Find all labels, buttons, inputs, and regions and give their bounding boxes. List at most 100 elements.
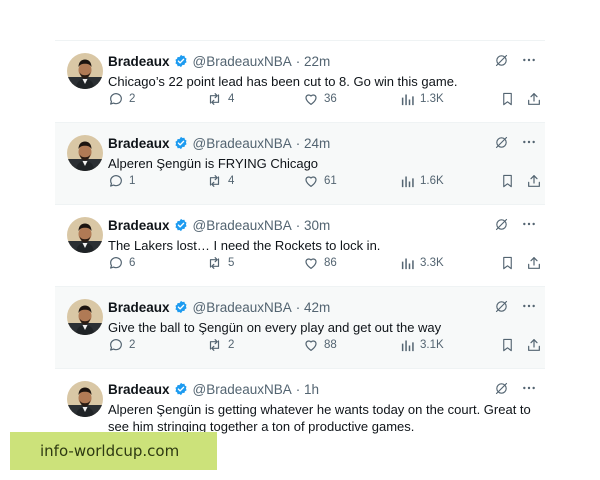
author-name[interactable]: Bradeaux bbox=[108, 54, 170, 69]
tweet[interactable]: Bradeaux @BradeauxNBA · 22m Chicago’s 22 po… bbox=[55, 40, 545, 122]
like-icon bbox=[303, 337, 319, 353]
timestamp[interactable]: · 30m bbox=[296, 218, 331, 233]
like-icon bbox=[303, 173, 319, 189]
author-handle[interactable]: @BradeauxNBA bbox=[193, 382, 292, 397]
bookmark-button[interactable] bbox=[500, 91, 515, 107]
watermark-text: info-worldcup.com bbox=[40, 442, 180, 460]
views-button[interactable]: 1.6K bbox=[400, 174, 444, 189]
retweet-icon bbox=[206, 255, 223, 271]
header-icons bbox=[494, 380, 537, 401]
bookmark-button[interactable] bbox=[500, 173, 515, 189]
tweet-text: Alperen Şengün is FRYING Chicago bbox=[108, 156, 319, 171]
share-button[interactable] bbox=[526, 337, 542, 353]
reply-count: 6 bbox=[129, 257, 136, 269]
bookmark-button[interactable] bbox=[500, 255, 515, 271]
like-icon bbox=[303, 91, 319, 107]
reply-icon bbox=[108, 91, 124, 107]
more-icon[interactable] bbox=[521, 52, 537, 73]
retweet-button[interactable]: 5 bbox=[206, 255, 234, 271]
tweet-text: Give the ball to Şengün on every play an… bbox=[108, 320, 442, 335]
retweet-icon bbox=[206, 337, 223, 353]
timestamp[interactable]: · 22m bbox=[296, 54, 331, 69]
like-count: 86 bbox=[324, 257, 337, 269]
author-name[interactable]: Bradeaux bbox=[108, 382, 170, 397]
tweet[interactable]: Bradeaux @BradeauxNBA · 30m The Lakers lost… bbox=[55, 204, 545, 286]
tweet-header: Bradeaux @BradeauxNBA · 42m bbox=[108, 298, 537, 316]
like-button[interactable]: 88 bbox=[303, 337, 337, 353]
grok-icon[interactable] bbox=[494, 53, 509, 73]
avatar[interactable] bbox=[67, 53, 103, 89]
author-name[interactable]: Bradeaux bbox=[108, 218, 170, 233]
like-button[interactable]: 36 bbox=[303, 91, 337, 107]
author-handle[interactable]: @BradeauxNBA bbox=[193, 218, 292, 233]
author-name[interactable]: Bradeaux bbox=[108, 136, 170, 151]
share-button[interactable] bbox=[526, 173, 542, 189]
bookmark-icon bbox=[500, 91, 515, 107]
author-name[interactable]: Bradeaux bbox=[108, 300, 170, 315]
views-icon bbox=[400, 338, 415, 353]
reply-button[interactable]: 2 bbox=[108, 91, 135, 107]
retweet-icon bbox=[206, 173, 223, 189]
reply-icon bbox=[108, 255, 124, 271]
reply-button[interactable]: 1 bbox=[108, 173, 135, 189]
retweet-count: 2 bbox=[228, 339, 235, 351]
reply-icon bbox=[108, 337, 124, 353]
tweet-header: Bradeaux @BradeauxNBA · 24m bbox=[108, 134, 537, 152]
views-icon bbox=[400, 256, 415, 271]
verified-icon bbox=[174, 136, 188, 150]
tweet-header: Bradeaux @BradeauxNBA · 22m bbox=[108, 52, 537, 70]
more-icon[interactable] bbox=[521, 134, 537, 155]
tweet-text: Chicago’s 22 point lead has been cut to … bbox=[108, 74, 458, 89]
retweet-button[interactable]: 4 bbox=[206, 173, 234, 189]
more-icon[interactable] bbox=[521, 216, 537, 237]
tweet-header: Bradeaux @BradeauxNBA · 30m bbox=[108, 216, 537, 234]
tweet[interactable]: Bradeaux @BradeauxNBA · 24m Alperen Şengün … bbox=[55, 122, 545, 204]
retweet-count: 4 bbox=[228, 93, 235, 105]
watermark-banner: info-worldcup.com bbox=[10, 432, 217, 470]
verified-icon bbox=[174, 300, 188, 314]
tweet-body: Bradeaux @BradeauxNBA · 22m Chicago’s 22 po… bbox=[108, 52, 537, 90]
more-icon[interactable] bbox=[521, 298, 537, 319]
like-button[interactable]: 61 bbox=[303, 173, 337, 189]
reply-count: 2 bbox=[129, 339, 136, 351]
reply-button[interactable]: 6 bbox=[108, 255, 135, 271]
timestamp[interactable]: · 1h bbox=[296, 382, 319, 397]
share-icon bbox=[526, 173, 542, 189]
author-handle[interactable]: @BradeauxNBA bbox=[193, 136, 292, 151]
timestamp[interactable]: · 42m bbox=[296, 300, 331, 315]
author-handle[interactable]: @BradeauxNBA bbox=[193, 300, 292, 315]
tweet-text: Alperen Şengün is getting whatever he wa… bbox=[108, 402, 531, 434]
avatar[interactable] bbox=[67, 217, 103, 253]
views-button[interactable]: 3.1K bbox=[400, 338, 444, 353]
timestamp[interactable]: · 24m bbox=[296, 136, 331, 151]
avatar[interactable] bbox=[67, 381, 103, 417]
like-count: 61 bbox=[324, 175, 337, 187]
tweet-body: Bradeaux @BradeauxNBA · 42m Give the ball t… bbox=[108, 298, 537, 336]
views-button[interactable]: 3.3K bbox=[400, 256, 444, 271]
grok-icon[interactable] bbox=[494, 381, 509, 401]
author-handle[interactable]: @BradeauxNBA bbox=[193, 54, 292, 69]
like-button[interactable]: 86 bbox=[303, 255, 337, 271]
share-button[interactable] bbox=[526, 255, 542, 271]
retweet-button[interactable]: 4 bbox=[206, 91, 234, 107]
reply-button[interactable]: 2 bbox=[108, 337, 135, 353]
verified-icon bbox=[174, 54, 188, 68]
grok-icon[interactable] bbox=[494, 299, 509, 319]
views-icon bbox=[400, 174, 415, 189]
bookmark-icon bbox=[500, 337, 515, 353]
share-button[interactable] bbox=[526, 91, 542, 107]
bookmark-button[interactable] bbox=[500, 337, 515, 353]
grok-icon[interactable] bbox=[494, 217, 509, 237]
views-button[interactable]: 1.3K bbox=[400, 92, 444, 107]
more-icon[interactable] bbox=[521, 380, 537, 401]
verified-icon bbox=[174, 382, 188, 396]
avatar[interactable] bbox=[67, 299, 103, 335]
tweet-body: Bradeaux @BradeauxNBA · 30m The Lakers lost… bbox=[108, 216, 537, 254]
grok-icon[interactable] bbox=[494, 135, 509, 155]
views-count: 3.1K bbox=[420, 339, 444, 351]
avatar[interactable] bbox=[67, 135, 103, 171]
retweet-count: 5 bbox=[228, 257, 235, 269]
retweet-icon bbox=[206, 91, 223, 107]
tweet[interactable]: Bradeaux @BradeauxNBA · 42m Give the ball t… bbox=[55, 286, 545, 368]
retweet-button[interactable]: 2 bbox=[206, 337, 234, 353]
